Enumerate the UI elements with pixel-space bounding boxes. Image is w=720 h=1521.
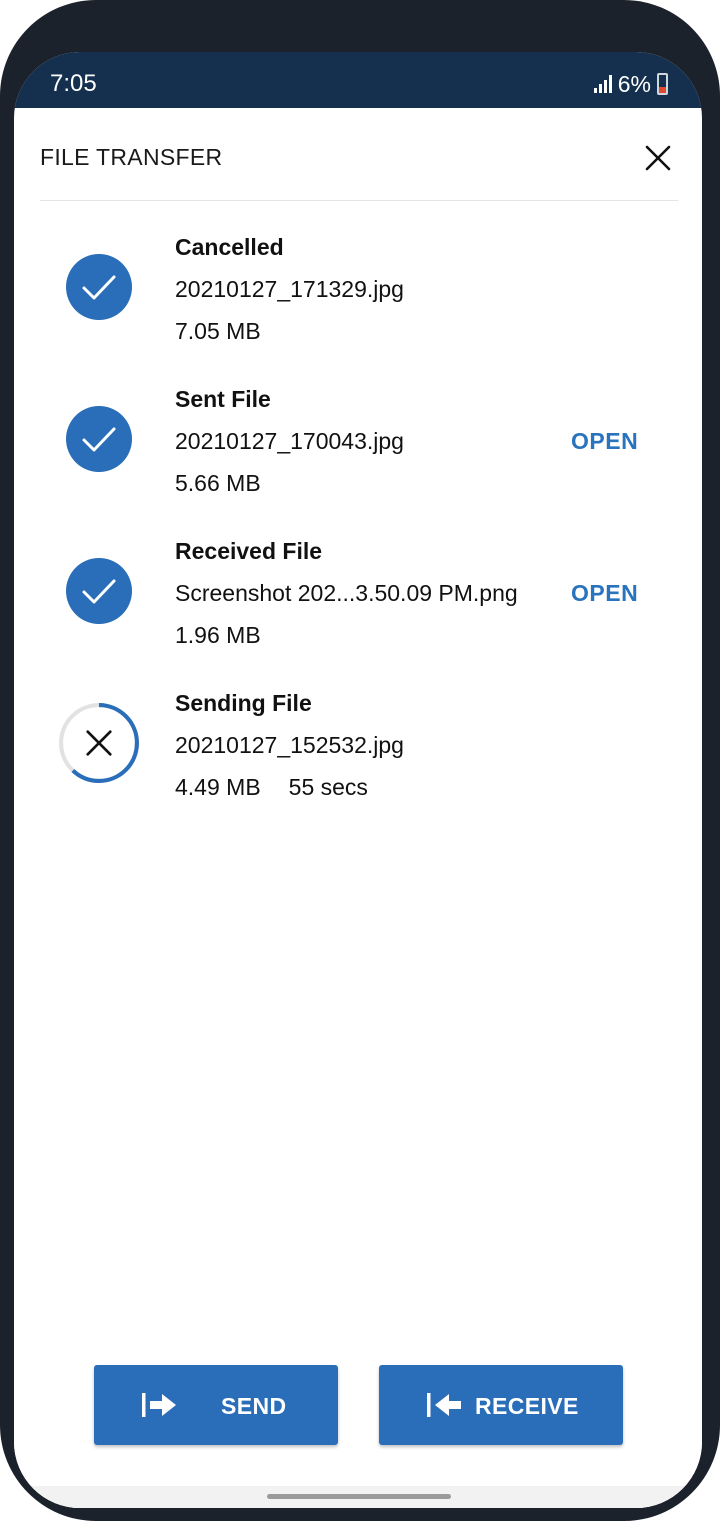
file-size: 7.05 MB bbox=[175, 318, 261, 344]
file-name: 20210127_170043.jpg bbox=[175, 428, 404, 454]
file-size: 5.66 MB bbox=[175, 470, 261, 496]
receive-arrow-icon bbox=[427, 1393, 461, 1417]
battery-percentage: 6% bbox=[617, 70, 651, 97]
status-indicators: 6% bbox=[593, 70, 668, 98]
signal-icon bbox=[593, 75, 612, 93]
file-size-row: 7.05 MB bbox=[175, 318, 261, 345]
home-indicator[interactable] bbox=[267, 1494, 451, 1499]
transfer-item: Received File Screenshot 202...3.50.09 P… bbox=[14, 522, 702, 652]
page-title: FILE TRANSFER bbox=[40, 144, 223, 170]
time-remaining: 55 secs bbox=[288, 774, 368, 800]
open-file-button[interactable]: OPEN bbox=[571, 580, 638, 607]
receive-button[interactable]: RECEIVE bbox=[379, 1365, 623, 1445]
file-name: Screenshot 202...3.50.09 PM.png bbox=[175, 580, 518, 606]
file-size: 4.49 MB bbox=[175, 774, 261, 800]
file-transfer-panel: FILE TRANSFER Cancelled 20210127_171329.… bbox=[14, 108, 702, 1508]
transfer-item: Sent File 20210127_170043.jpg 5.66 MB OP… bbox=[14, 370, 702, 500]
check-circle-icon bbox=[66, 558, 132, 624]
close-icon[interactable] bbox=[640, 140, 676, 176]
file-size-row: 1.96 MB bbox=[175, 622, 261, 649]
status-bar: 7:05 6% bbox=[14, 52, 702, 108]
open-file-button[interactable]: OPEN bbox=[571, 428, 638, 455]
screen: 7:05 6% FILE TRANSFER Cancelled 20210127… bbox=[14, 52, 702, 1508]
transfer-item: Cancelled 20210127_171329.jpg 7.05 MB bbox=[14, 218, 702, 348]
battery-icon bbox=[657, 73, 668, 95]
file-name: 20210127_171329.jpg bbox=[175, 276, 404, 302]
check-circle-icon bbox=[66, 254, 132, 320]
send-button[interactable]: SEND bbox=[94, 1365, 338, 1445]
receive-button-label: RECEIVE bbox=[475, 1393, 579, 1419]
check-circle-icon bbox=[66, 406, 132, 472]
send-button-label: SEND bbox=[221, 1393, 287, 1419]
transfer-item: Sending File 20210127_152532.jpg 4.49 MB… bbox=[14, 674, 702, 804]
file-name: 20210127_152532.jpg bbox=[175, 732, 404, 758]
transfer-status: Cancelled bbox=[175, 234, 284, 260]
cancel-progress-icon[interactable] bbox=[58, 702, 140, 784]
file-size-row: 4.49 MB 55 secs bbox=[175, 774, 368, 801]
transfer-status: Sending File bbox=[175, 690, 312, 716]
file-size-row: 5.66 MB bbox=[175, 470, 261, 497]
status-time: 7:05 bbox=[50, 70, 97, 97]
send-arrow-icon bbox=[142, 1393, 176, 1417]
file-size: 1.96 MB bbox=[175, 622, 261, 648]
header-divider bbox=[40, 200, 678, 201]
transfer-status: Received File bbox=[175, 538, 323, 564]
transfer-status: Sent File bbox=[175, 386, 271, 412]
